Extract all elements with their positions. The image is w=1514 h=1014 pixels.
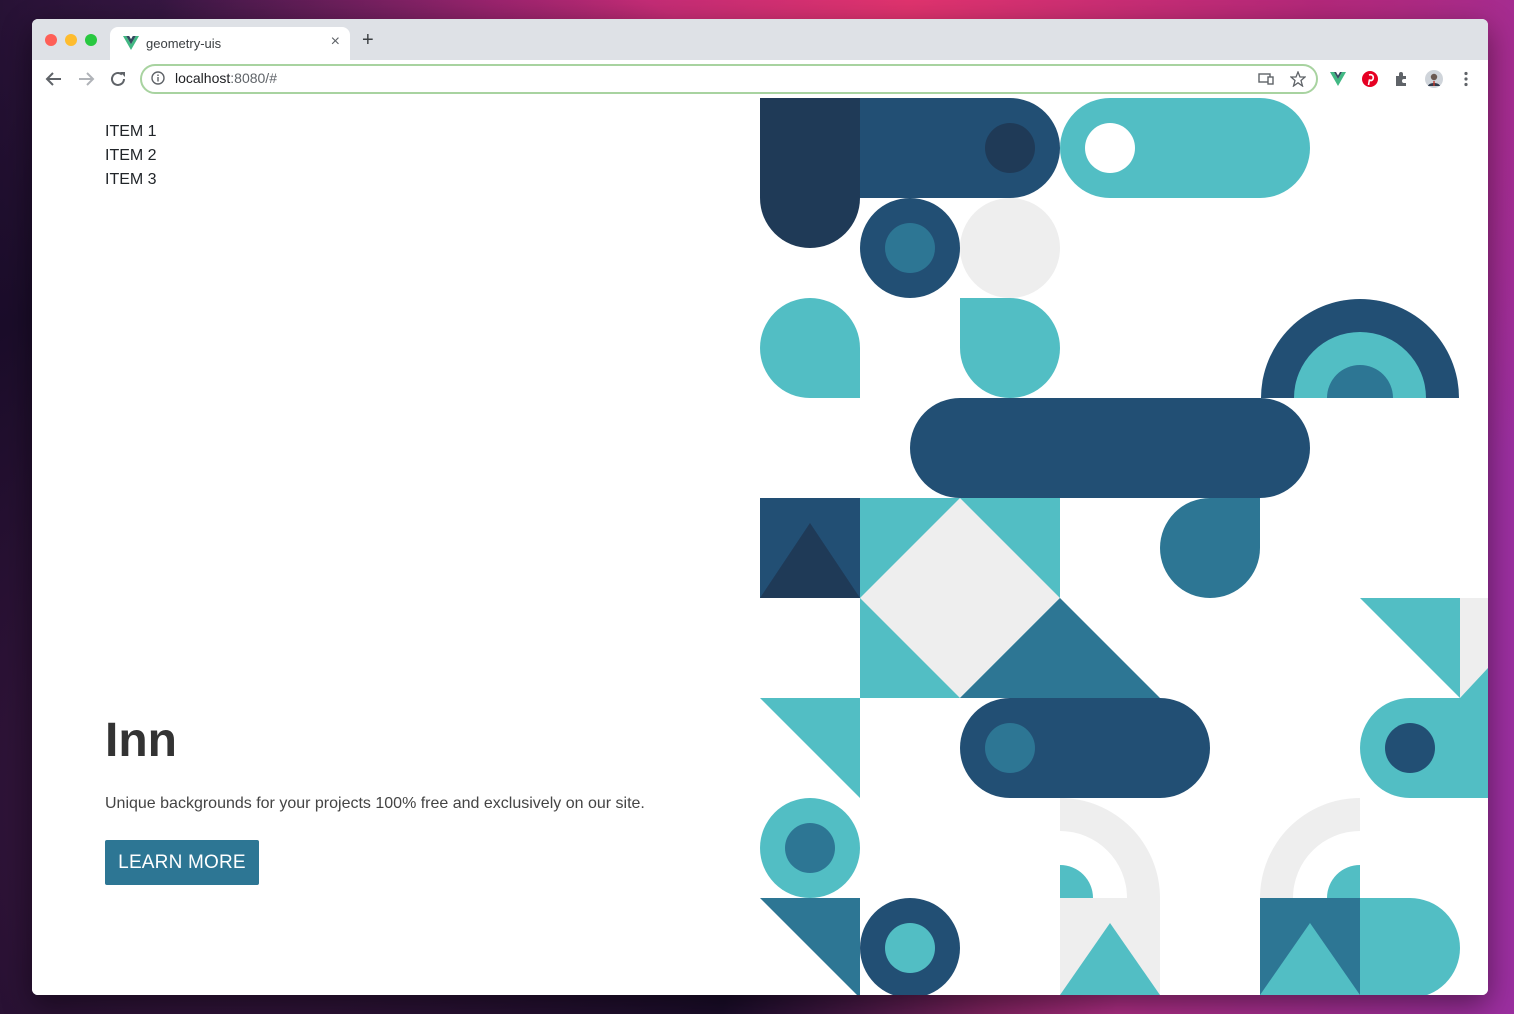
browser-window: geometry-uis × + localhost:8080/# ITEM 1… [32, 19, 1488, 995]
info-icon[interactable] [151, 71, 165, 85]
blue-long-pill-shape [910, 398, 1310, 498]
white-dot-shape [1085, 123, 1135, 173]
page-content: ITEM 1 ITEM 2 ITEM 3 Inn Unique backgrou… [32, 98, 1488, 995]
aqua-drop-shape [960, 298, 1060, 398]
back-icon[interactable] [45, 70, 63, 88]
new-tab-button[interactable]: + [362, 30, 374, 50]
nav-item-2[interactable]: ITEM 2 [105, 144, 157, 168]
vue-devtools-icon[interactable] [1329, 70, 1347, 88]
tab-geometry-uis[interactable]: geometry-uis × [110, 27, 350, 60]
teal-down-triangle-shape [760, 898, 860, 995]
cast-icon[interactable] [1258, 71, 1274, 87]
blue-dot-shape [1385, 723, 1435, 773]
teal-dot-3-shape [785, 823, 835, 873]
reload-icon[interactable] [109, 70, 127, 88]
address-bar[interactable]: localhost:8080/# [140, 64, 1318, 94]
forward-icon[interactable] [77, 70, 95, 88]
teal-drop-shape [1160, 498, 1260, 598]
tab-bar: geometry-uis × + [32, 19, 1488, 60]
extensions-icon[interactable] [1393, 70, 1411, 88]
aqua-leaf-shape [760, 298, 860, 398]
light-circle-shape [960, 198, 1060, 298]
teal-dot-shape [885, 223, 935, 273]
url-text: localhost:8080/# [175, 70, 277, 86]
navy-drop-shape [760, 98, 860, 248]
geometric-background-art [760, 98, 1488, 995]
url-host: localhost [175, 70, 231, 86]
aqua-corner-triangle-shape [1360, 598, 1460, 698]
vue-favicon-icon [123, 36, 139, 50]
profile-avatar[interactable] [1425, 70, 1443, 88]
main-nav: ITEM 1 ITEM 2 ITEM 3 [105, 120, 157, 192]
learn-more-button[interactable]: LEARN MORE [105, 840, 259, 885]
aqua-small-quarter-2-shape [1327, 865, 1360, 898]
nav-item-3[interactable]: ITEM 3 [105, 168, 157, 192]
browser-toolbar: localhost:8080/# [32, 60, 1488, 99]
teal-dot-2-shape [985, 723, 1035, 773]
tab-close-icon[interactable]: × [331, 33, 340, 51]
aqua-dot-shape [885, 923, 935, 973]
menu-icon[interactable] [1457, 70, 1475, 88]
aqua-small-quarter-shape [1060, 865, 1093, 898]
star-icon[interactable] [1290, 71, 1306, 87]
navy-dot-shape [985, 123, 1035, 173]
maximize-window-button[interactable] [85, 34, 97, 46]
aqua-down-triangle-shape [760, 698, 860, 798]
hero-description: Unique backgrounds for your projects 100… [105, 795, 645, 812]
tab-title: geometry-uis [146, 36, 222, 51]
aqua-half-pill-2-shape [1360, 898, 1460, 995]
hero-title: Inn [105, 714, 177, 767]
close-window-button[interactable] [45, 34, 57, 46]
nav-item-1[interactable]: ITEM 1 [105, 120, 157, 144]
url-path: :8080/# [230, 70, 277, 86]
minimize-window-button[interactable] [65, 34, 77, 46]
pinterest-icon[interactable] [1361, 70, 1379, 88]
